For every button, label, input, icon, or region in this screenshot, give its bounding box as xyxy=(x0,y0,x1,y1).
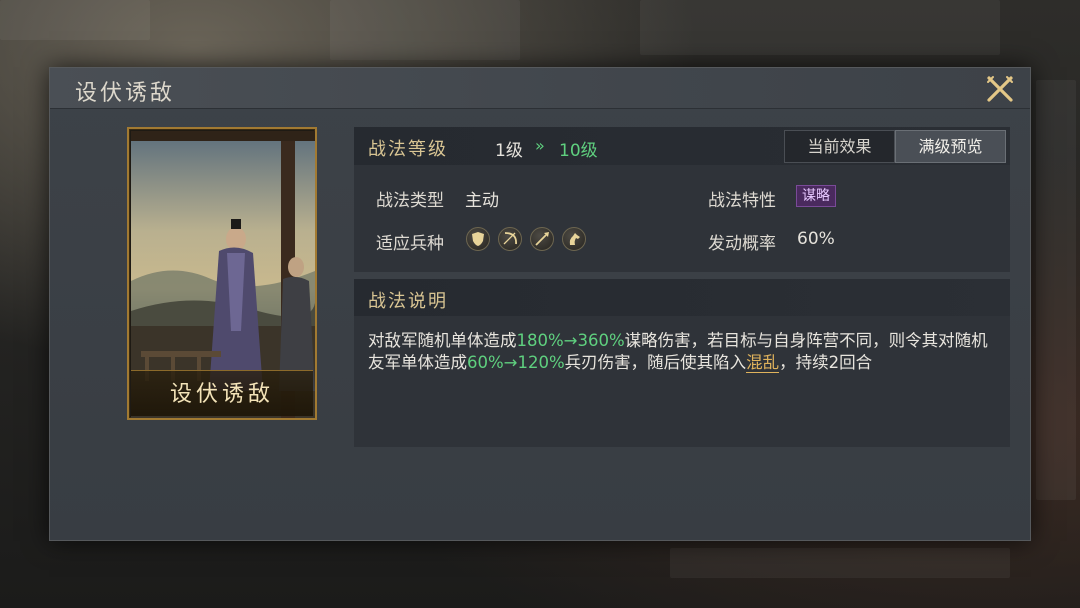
close-icon xyxy=(987,76,1013,102)
activation-chance-value: 60% xyxy=(797,229,835,249)
dialog-header: 设伏诱敌 xyxy=(50,68,1030,109)
skill-type-label: 战法类型 xyxy=(376,191,444,211)
status-chaos-link[interactable]: 混乱 xyxy=(746,353,780,373)
card-name-bar: 设伏诱敌 xyxy=(131,370,313,416)
level-to: 10级 xyxy=(559,141,598,161)
bow-icon xyxy=(498,227,522,251)
skill-type-value: 主动 xyxy=(465,191,499,211)
skill-attributes: 战法类型 主动 战法特性 谋略 适应兵种 发动概率 60% xyxy=(354,165,1010,272)
card-name: 设伏诱敌 xyxy=(169,382,274,407)
skill-detail-dialog: 设伏诱敌 设伏诱敌 战法等级 1级 » 10级 当前效果 满级预览 战法类型 主… xyxy=(49,67,1031,541)
damage-value-1: 180%→360% xyxy=(516,331,625,350)
description-part1: 对敌军随机单体造成 xyxy=(368,331,517,350)
level-label: 战法等级 xyxy=(368,139,448,160)
damage-value-2: 60%→120% xyxy=(467,353,565,372)
description-part4: ，持续2回合 xyxy=(779,353,873,372)
spear-icon xyxy=(530,227,554,251)
description-text: 对敌军随机单体造成180%→360%谋略伤害，若目标与自身阵营不同，则令其对随机… xyxy=(368,330,1000,374)
dialog-title: 设伏诱敌 xyxy=(75,81,176,106)
activation-chance-label: 发动概率 xyxy=(708,234,776,254)
shield-icon xyxy=(466,227,490,251)
level-from: 1级 xyxy=(495,141,523,161)
description-part3: 兵刃伤害，随后使其陷入 xyxy=(564,353,747,372)
horse-icon xyxy=(562,227,586,251)
level-bar: 战法等级 1级 » 10级 当前效果 满级预览 xyxy=(354,127,1010,165)
level-arrow-icon: » xyxy=(535,136,545,155)
skill-trait-badge: 谋略 xyxy=(796,185,836,207)
skill-card: 设伏诱敌 xyxy=(127,127,317,420)
description-header: 战法说明 xyxy=(354,279,1010,316)
tab-current-effect[interactable]: 当前效果 xyxy=(784,130,895,163)
description-body: 对敌军随机单体造成180%→360%谋略伤害，若目标与自身阵营不同，则令其对随机… xyxy=(354,316,1010,447)
skill-trait-label: 战法特性 xyxy=(708,191,776,211)
unit-types-label: 适应兵种 xyxy=(376,234,444,254)
tab-max-level-preview[interactable]: 满级预览 xyxy=(895,130,1006,163)
description-label: 战法说明 xyxy=(368,291,448,312)
close-button[interactable] xyxy=(984,73,1016,105)
